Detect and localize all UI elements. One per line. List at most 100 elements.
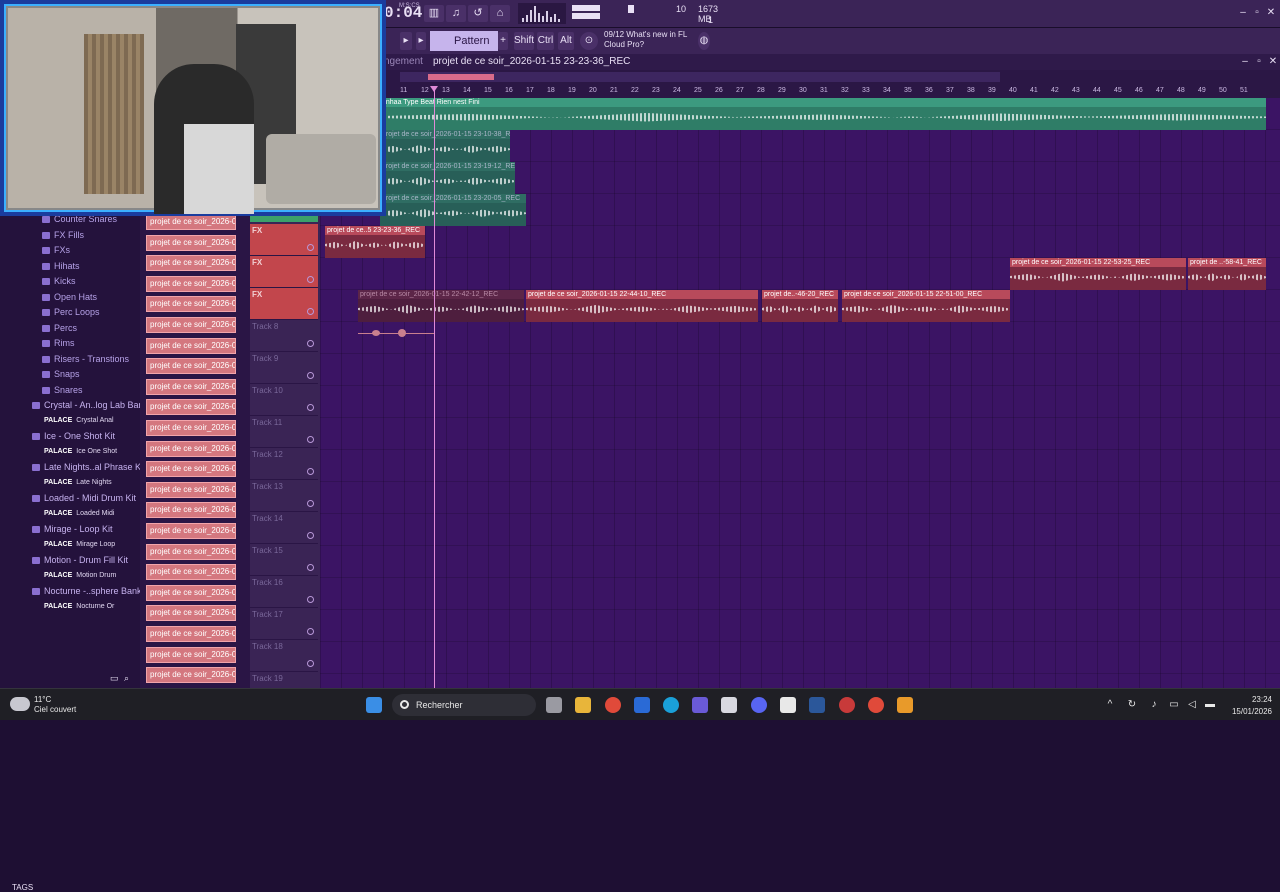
track-mute-icon[interactable] (307, 276, 314, 283)
search-icon[interactable]: ⌕ (124, 673, 129, 684)
track-mute-icon[interactable] (307, 660, 314, 667)
channel-button[interactable]: projet de ce soir_2026-0.. (146, 584, 236, 601)
news-panel[interactable]: 09/12 What's new in FL Cloud Pro? (604, 30, 687, 50)
channel-button[interactable]: projet de ce soir_2026-0.. (146, 667, 236, 684)
weather-widget[interactable]: 11°C Ciel couvert (34, 695, 76, 715)
audio-clip[interactable]: projet de..-46-20_REC (762, 290, 838, 322)
song-position-display[interactable]: 0:04 (384, 4, 422, 22)
step-sequencer-icon[interactable]: ♫ (446, 5, 466, 22)
channel-button[interactable]: projet de ce soir_2026-0.. (146, 358, 236, 375)
piano-roll-icon[interactable]: ▥ (424, 5, 444, 22)
track-mute-icon[interactable] (307, 404, 314, 411)
track-header[interactable]: FX (250, 256, 318, 288)
audio-clip[interactable]: projet de ce soir_2026-01-15 23-20-05_RE… (380, 194, 526, 226)
browser-folder[interactable]: Perc Loops (0, 305, 140, 319)
teams-icon[interactable] (692, 697, 708, 713)
browser-folder[interactable]: Hihats (0, 259, 140, 273)
ctrl-button[interactable]: Ctrl (537, 32, 554, 50)
play-icon[interactable]: ▸ (400, 32, 412, 50)
track-header[interactable]: FX (250, 224, 318, 256)
audio-clip[interactable]: projet de ce soir_2026-01-15 22-53-25_RE… (1010, 258, 1186, 290)
channel-button[interactable]: projet de ce soir_2026-0.. (146, 564, 236, 581)
capcut-icon[interactable] (780, 697, 796, 713)
cloud-icon[interactable] (10, 697, 30, 711)
folder-icon[interactable]: ▭ (110, 673, 119, 684)
channel-button[interactable]: projet de ce soir_2026-0.. (146, 399, 236, 416)
track-mute-icon[interactable] (307, 372, 314, 379)
channel-button[interactable]: projet de ce soir_2026-0.. (146, 234, 236, 251)
channel-button[interactable]: projet de ce soir_2026-0.. (146, 461, 236, 478)
tags-label[interactable]: TAGS (12, 883, 33, 892)
store-icon[interactable] (721, 697, 737, 713)
browser-folder[interactable]: Open Hats (0, 290, 140, 304)
browser-folder[interactable]: Snaps (0, 367, 140, 381)
edge-icon[interactable] (663, 697, 679, 713)
track-header[interactable]: Track 16 (250, 576, 318, 608)
news-icon[interactable]: ⊙ (580, 32, 598, 50)
channel-button[interactable]: projet de ce soir_2026-0.. (146, 378, 236, 395)
close-icon[interactable]: ✕ (1266, 8, 1276, 18)
track-mute-icon[interactable] (307, 532, 314, 539)
alt-button[interactable]: Alt (558, 32, 574, 50)
track-mute-icon[interactable] (307, 468, 314, 475)
browser-pack[interactable]: Nocturne -..sphere Bank (0, 584, 140, 598)
channel-button[interactable]: projet de ce soir_2026-0.. (146, 440, 236, 457)
channel-button[interactable]: projet de ce soir_2026-0.. (146, 646, 236, 663)
browser-palace-item[interactable]: PALACE Late Nights (0, 476, 140, 490)
audio-clip[interactable]: projet de ce soir_2026-01-15 22-51-00_RE… (842, 290, 1010, 322)
track-header[interactable]: Track 13 (250, 480, 318, 512)
track-mute-icon[interactable] (307, 308, 314, 315)
word-icon[interactable] (809, 697, 825, 713)
track-mute-icon[interactable] (307, 436, 314, 443)
metronome-icon[interactable]: ⌂ (490, 5, 510, 22)
browser-folder[interactable]: FXs (0, 243, 140, 257)
shift-button[interactable]: Shift (514, 32, 534, 50)
search-box[interactable]: Rechercher (392, 694, 536, 716)
channel-button[interactable]: projet de ce soir_2026-0.. (146, 337, 236, 354)
browser-folder[interactable]: FX Fills (0, 228, 140, 242)
chrome-icon[interactable] (868, 697, 884, 713)
browser-pack[interactable]: Mirage - Loop Kit (0, 522, 140, 536)
minimize-icon[interactable]: – (1240, 57, 1250, 67)
browser-pack[interactable]: Ice - One Shot Kit (0, 429, 140, 443)
channel-button[interactable]: projet de ce soir_2026-0.. (146, 543, 236, 560)
maximize-icon[interactable]: ▫ (1254, 57, 1264, 67)
channel-button[interactable]: projet de ce soir_2026-0.. (146, 214, 236, 230)
maximize-icon[interactable]: ▫ (1252, 8, 1262, 18)
track-header[interactable]: Track 12 (250, 448, 318, 480)
track-header[interactable]: Track 10 (250, 384, 318, 416)
playhead[interactable] (434, 86, 435, 688)
playlist-grid[interactable]: unhaa Type Beat Rien nest Fini projet de… (320, 98, 1280, 688)
pattern-prev-icon[interactable]: ▸ (416, 32, 426, 50)
channel-button[interactable]: projet de ce soir_2026-0.. (146, 317, 236, 333)
battery-icon[interactable]: ▬ (1204, 699, 1216, 711)
channel-button[interactable]: projet de ce soir_2026-0.. (146, 523, 236, 539)
audio-clip[interactable]: unhaa Type Beat Rien nest Fini (380, 98, 1266, 130)
sync-icon[interactable]: ↻ (1126, 699, 1138, 711)
channel-button[interactable]: projet de ce soir_2026-0.. (146, 255, 236, 272)
chrome-icon[interactable] (605, 697, 621, 713)
discord-icon[interactable] (751, 697, 767, 713)
track-mute-icon[interactable] (307, 244, 314, 251)
track-mute-icon[interactable] (307, 340, 314, 347)
automation-clip[interactable] (358, 328, 434, 340)
channel-button[interactable]: projet de ce soir_2026-0.. (146, 605, 236, 622)
audio-clip[interactable]: projet de ce soir_2026-01-15 23-19-12_RE… (380, 162, 515, 194)
browser-pack[interactable]: Late Nights..al Phrase Kit (0, 460, 140, 474)
close-icon[interactable]: ✕ (1268, 57, 1278, 67)
browser-folder[interactable]: Rims (0, 336, 140, 350)
track-header[interactable]: FX (250, 288, 318, 320)
volume-icon[interactable]: ◁ (1186, 699, 1198, 711)
browser-palace-item[interactable]: PALACE Mirage Loop (0, 538, 140, 552)
file-explorer-icon[interactable] (575, 697, 591, 713)
channel-button[interactable]: projet de ce soir_2026-0.. (146, 626, 236, 642)
channel-button[interactable]: projet de ce soir_2026-0.. (146, 420, 236, 436)
channel-button[interactable]: projet de ce soir_2026-0.. (146, 481, 236, 498)
audio-clip[interactable]: projet de ce soir_2026-01-15 23-10-38_RE… (380, 130, 510, 162)
browser-folder[interactable]: Risers - Transtions (0, 352, 140, 366)
track-header[interactable]: Track 18 (250, 640, 318, 672)
minimize-icon[interactable]: – (1238, 8, 1248, 18)
browser-palace-item[interactable]: PALACE Crystal Anal (0, 414, 140, 428)
browser-pack[interactable]: Loaded - Midi Drum Kit (0, 491, 140, 505)
track-header[interactable]: Track 17 (250, 608, 318, 640)
